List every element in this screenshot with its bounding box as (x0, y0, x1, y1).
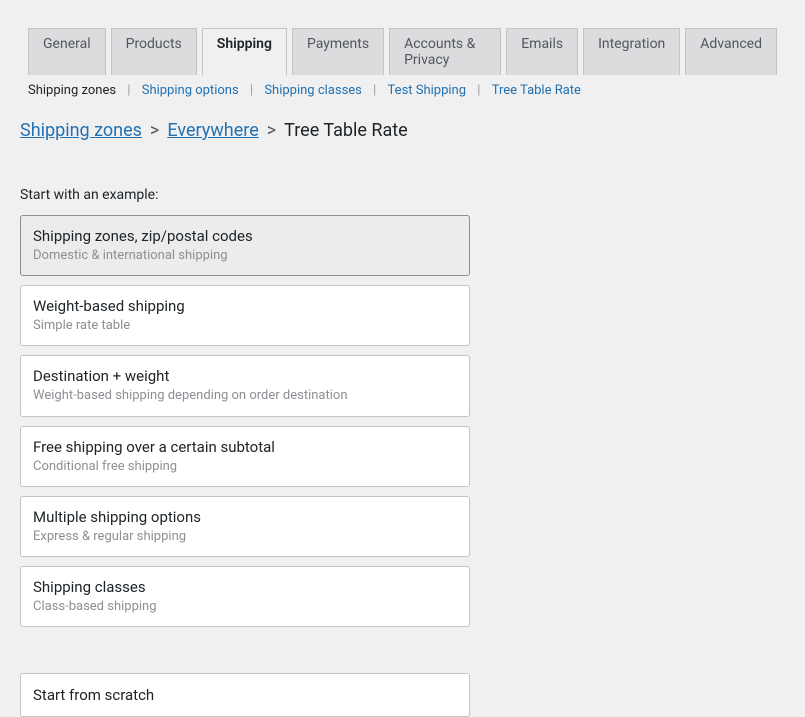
option-title: Shipping classes (33, 577, 457, 598)
option-destination-weight[interactable]: Destination + weight Weight-based shippi… (20, 355, 470, 416)
tab-advanced[interactable]: Advanced (685, 28, 777, 75)
scratch-label: Start from scratch (33, 686, 457, 704)
option-description: Express & regular shipping (33, 528, 457, 546)
option-multiple-shipping[interactable]: Multiple shipping options Express & regu… (20, 496, 470, 557)
subnav-separator: | (125, 83, 132, 98)
subnav-test-shipping[interactable]: Test Shipping (382, 83, 473, 98)
example-options: Shipping zones, zip/postal codes Domesti… (0, 215, 490, 627)
breadcrumb-everywhere[interactable]: Everywhere (167, 120, 258, 141)
option-free-shipping[interactable]: Free shipping over a certain subtotal Co… (20, 426, 470, 487)
tab-payments[interactable]: Payments (292, 28, 384, 75)
shipping-subnav: Shipping zones | Shipping options | Ship… (0, 75, 805, 102)
breadcrumb-separator: > (267, 120, 276, 141)
option-title: Shipping zones, zip/postal codes (33, 226, 457, 247)
tab-shipping[interactable]: Shipping (202, 28, 287, 76)
option-weight-based[interactable]: Weight-based shipping Simple rate table (20, 285, 470, 346)
option-description: Conditional free shipping (33, 458, 457, 476)
settings-tabs: General Products Shipping Payments Accou… (0, 0, 805, 75)
option-title: Weight-based shipping (33, 296, 457, 317)
option-description: Simple rate table (33, 317, 457, 335)
tab-products[interactable]: Products (111, 28, 197, 75)
start-from-scratch[interactable]: Start from scratch (20, 673, 470, 717)
subnav-shipping-options[interactable]: Shipping options (136, 83, 245, 98)
subnav-separator: | (475, 83, 482, 98)
breadcrumb-current: Tree Table Rate (284, 120, 408, 141)
option-shipping-zones[interactable]: Shipping zones, zip/postal codes Domesti… (20, 215, 470, 276)
tab-accounts-privacy[interactable]: Accounts & Privacy (389, 28, 501, 75)
breadcrumb-shipping-zones[interactable]: Shipping zones (20, 120, 142, 141)
option-title: Destination + weight (33, 366, 457, 387)
subnav-shipping-classes[interactable]: Shipping classes (258, 83, 368, 98)
section-label: Start with an example: (0, 149, 805, 215)
subnav-separator: | (371, 83, 378, 98)
subnav-tree-table-rate[interactable]: Tree Table Rate (486, 83, 587, 98)
scratch-section: Start from scratch (0, 673, 805, 717)
option-description: Domestic & international shipping (33, 247, 457, 265)
tab-emails[interactable]: Emails (506, 28, 578, 75)
option-title: Multiple shipping options (33, 507, 457, 528)
option-description: Weight-based shipping depending on order… (33, 387, 457, 405)
subnav-separator: | (248, 83, 255, 98)
breadcrumb-separator: > (150, 120, 159, 141)
option-title: Free shipping over a certain subtotal (33, 437, 457, 458)
tab-general[interactable]: General (28, 28, 106, 75)
subnav-shipping-zones[interactable]: Shipping zones (22, 83, 122, 98)
tab-integration[interactable]: Integration (583, 28, 680, 75)
option-description: Class-based shipping (33, 598, 457, 616)
breadcrumb: Shipping zones > Everywhere > Tree Table… (0, 102, 805, 149)
option-shipping-classes[interactable]: Shipping classes Class-based shipping (20, 566, 470, 627)
